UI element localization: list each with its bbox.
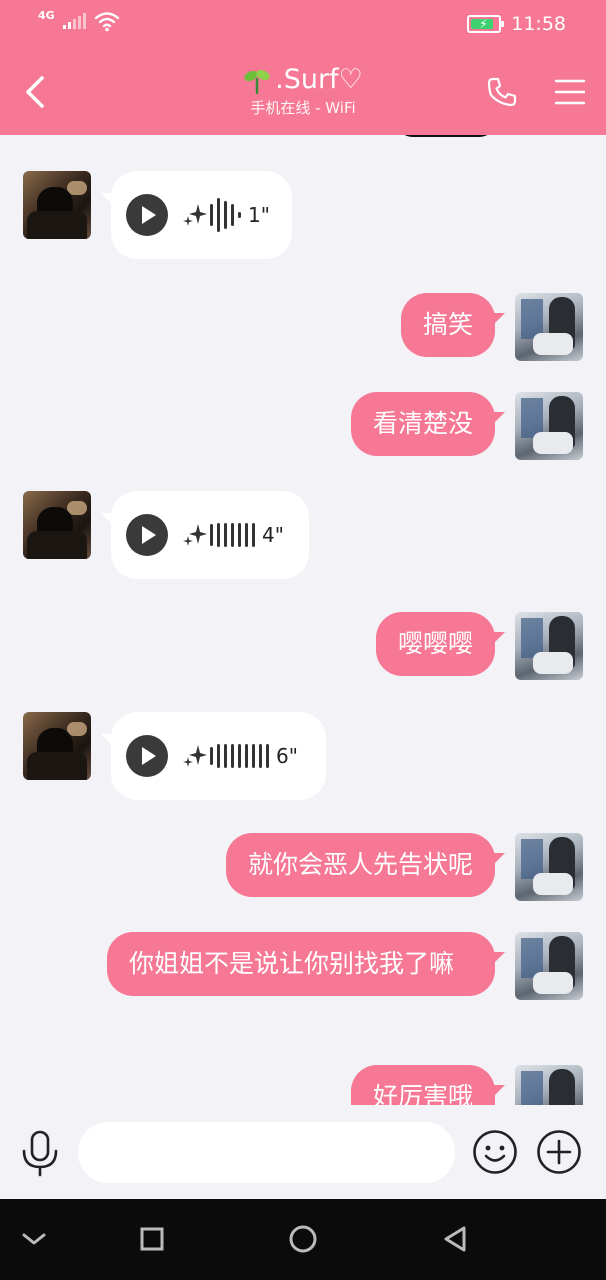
network-type: 4G [38, 8, 55, 22]
my-avatar[interactable] [515, 293, 583, 361]
message-list[interactable]: 1" 搞笑 看清楚没 4" 嘤嘤嘤 6" 就你会恶人先告状呢 你姐姐不是说让你别… [0, 135, 606, 1105]
message-input[interactable] [78, 1122, 455, 1183]
input-bar [0, 1105, 606, 1199]
my-avatar[interactable] [515, 612, 583, 680]
my-avatar[interactable] [515, 1065, 583, 1105]
sparkle-icon [183, 524, 207, 546]
sent-message-bubble[interactable]: 搞笑 [400, 293, 506, 357]
play-icon[interactable] [126, 194, 168, 236]
phone-icon[interactable] [486, 76, 518, 108]
chevron-left-icon[interactable] [20, 72, 50, 112]
voice-waveform [210, 744, 269, 768]
voice-message-bubble[interactable]: 4" [101, 491, 309, 579]
sent-message-bubble[interactable]: 好厉害哦 [350, 1065, 506, 1105]
voice-duration: 4" [262, 523, 284, 547]
hamburger-menu-icon[interactable] [555, 78, 585, 106]
status-bar: 4G ⚡ 11:58 [0, 0, 606, 50]
sent-message-bubble[interactable]: 就你会恶人先告状呢 [225, 833, 506, 897]
sent-message-bubble[interactable]: 嘤嘤嘤 [375, 612, 506, 676]
wifi-icon [94, 12, 119, 32]
voice-waveform [210, 523, 255, 547]
contact-avatar[interactable] [23, 171, 91, 239]
sent-message-bubble[interactable]: 你姐姐不是说让你别找我了嘛 [107, 932, 505, 996]
voice-duration: 6" [276, 744, 298, 768]
sparkle-icon [183, 204, 207, 226]
triangle-back-icon[interactable] [437, 1221, 473, 1257]
chat-title: .Surf♡ [150, 64, 456, 95]
voice-duration: 1" [248, 203, 270, 227]
contact-name: .Surf♡ [275, 64, 363, 95]
online-status: 手机在线 - WiFi [250, 99, 356, 117]
my-avatar[interactable] [515, 392, 583, 460]
smiley-icon[interactable] [472, 1129, 518, 1175]
contact-avatar[interactable] [23, 712, 91, 780]
play-icon[interactable] [126, 514, 168, 556]
chevron-down-icon[interactable] [16, 1221, 52, 1257]
square-icon[interactable] [134, 1221, 170, 1257]
voice-message-bubble[interactable]: 1" [101, 171, 292, 259]
my-avatar[interactable] [515, 833, 583, 901]
signal-strength-icon [62, 13, 86, 29]
voice-waveform [210, 198, 241, 232]
plus-circle-icon[interactable] [536, 1129, 582, 1175]
sprout-icon [244, 69, 270, 94]
status-left: 4G [38, 8, 120, 32]
clipped-message-bubble [398, 135, 494, 137]
status-time: 11:58 [511, 13, 566, 35]
chat-title-block[interactable]: .Surf♡ 手机在线 - WiFi [150, 64, 456, 118]
microphone-icon[interactable] [20, 1129, 60, 1177]
sent-message-bubble[interactable]: 看清楚没 [350, 392, 506, 456]
contact-avatar[interactable] [23, 491, 91, 559]
sparkle-icon [183, 745, 207, 767]
battery-icon: ⚡ [467, 15, 505, 33]
system-navigation-bar [0, 1199, 606, 1280]
status-right: ⚡ 11:58 [467, 13, 566, 35]
voice-message-bubble[interactable]: 6" [101, 712, 326, 800]
chat-header: .Surf♡ 手机在线 - WiFi [0, 50, 606, 135]
circle-icon[interactable] [285, 1221, 321, 1257]
play-icon[interactable] [126, 735, 168, 777]
my-avatar[interactable] [515, 932, 583, 1000]
